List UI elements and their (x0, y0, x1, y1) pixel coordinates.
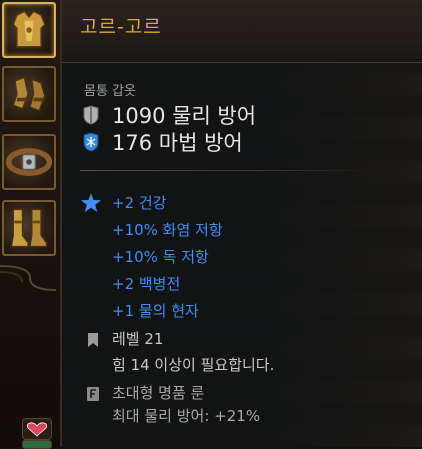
slot-gloves[interactable] (2, 66, 56, 122)
snowflake-icon (83, 132, 99, 152)
tooltip-header: 고르-고르 (62, 0, 422, 63)
bonus-constitution: +2 건강 (112, 194, 167, 212)
slot-belt[interactable] (2, 134, 56, 190)
status-button[interactable] (22, 440, 52, 449)
belt-icon (5, 148, 53, 176)
bonus-warfare: +2 백병전 (112, 275, 181, 293)
gloves-icon (12, 76, 46, 112)
section-divider (80, 170, 370, 171)
chest-armor-icon (12, 10, 46, 48)
bonus-hydrosophist: +1 물의 현자 (112, 302, 199, 320)
slot-chest-armor[interactable] (2, 2, 56, 58)
bookmark-icon (88, 333, 98, 347)
physical-armor-stat: 1090 물리 방어 (82, 100, 256, 130)
item-tooltip: 고르-고르 몸통 갑옷 1090 물리 방어 176 마법 방어 +2 건강 +… (62, 0, 422, 447)
strip-ornament (0, 265, 57, 291)
magic-armor-stat: 176 마법 방어 (82, 127, 243, 157)
level-requirement: 레벨 21 (112, 330, 164, 348)
item-type: 몸통 갑옷 (84, 84, 136, 99)
physical-armor-value: 1090 물리 방어 (112, 104, 257, 128)
bonus-poison-resistance: +10% 독 저항 (112, 248, 209, 266)
strength-requirement: 힘 14 이상이 필요합니다. (112, 356, 275, 374)
rune-icon (87, 387, 99, 401)
rune-effect: 최대 물리 방어: +21% (112, 407, 261, 425)
equipment-strip (0, 0, 62, 449)
shield-icon (83, 105, 99, 125)
item-name: 고르-고르 (80, 16, 162, 38)
slot-boots[interactable] (2, 200, 56, 256)
heart-icon (26, 422, 48, 437)
health-button[interactable] (22, 418, 52, 440)
magic-armor-value: 176 마법 방어 (112, 131, 243, 155)
bonus-fire-resistance: +10% 화염 저항 (112, 221, 223, 239)
rune-name: 초대형 명품 룬 (112, 384, 205, 402)
boots-icon (10, 208, 48, 248)
star-icon (81, 193, 101, 212)
